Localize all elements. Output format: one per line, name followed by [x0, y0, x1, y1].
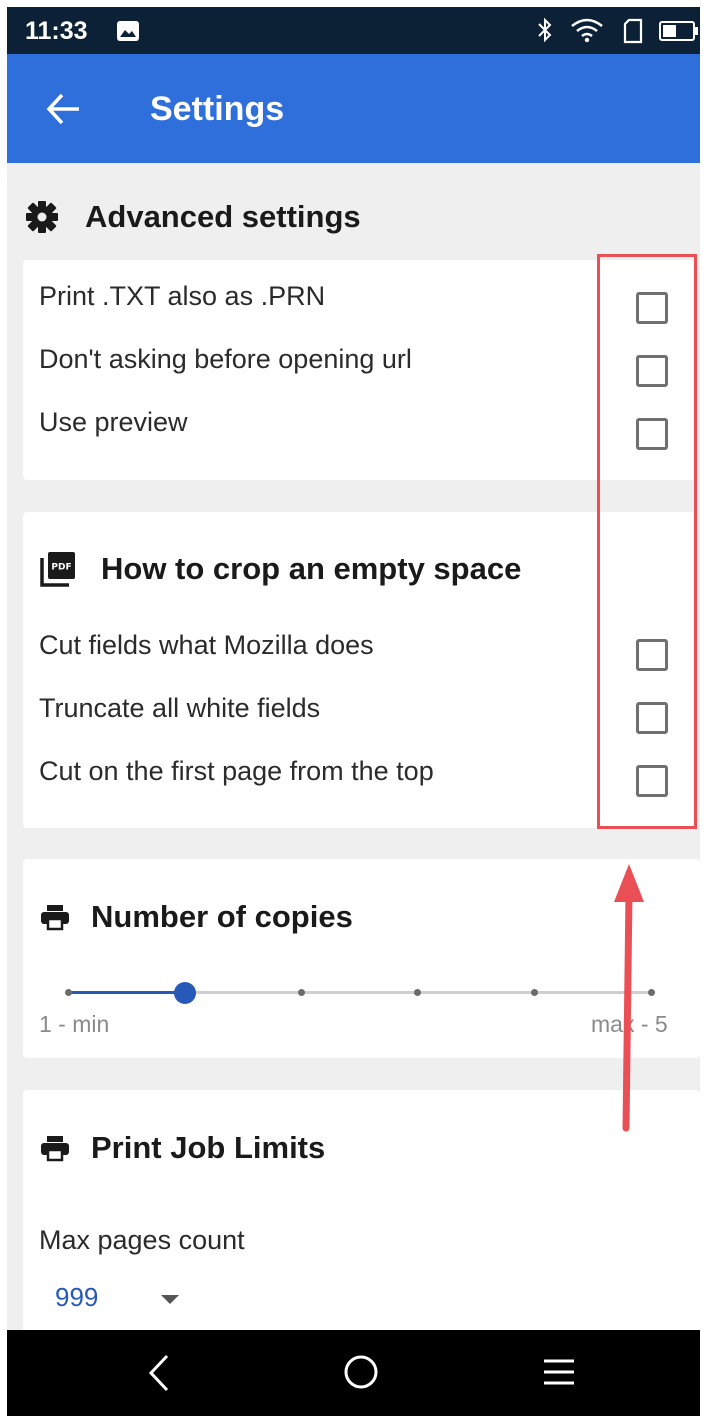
slider-tick[interactable] [414, 989, 422, 996]
printer-icon [41, 905, 69, 931]
advanced-item-label: Use preview [39, 407, 188, 437]
slider-tick[interactable] [64, 989, 72, 996]
battery-icon [659, 21, 698, 41]
job-limits-card: Print Job Limits Max pages count 999 [23, 1090, 700, 1330]
copies-title: Number of copies [91, 899, 353, 934]
nav-back-icon[interactable] [147, 1353, 171, 1393]
advanced-settings-title: Advanced settings [85, 199, 361, 234]
navigation-bar [7, 1330, 700, 1416]
arrow-left-icon[interactable] [45, 92, 85, 126]
crop-settings-card: PDF How to crop an empty space Cut field… [23, 512, 695, 828]
slider-thumb[interactable] [173, 981, 196, 1004]
advanced-item-label: Print .TXT also as .PRN [39, 281, 326, 311]
nav-menu-icon[interactable] [542, 1358, 576, 1386]
screen: 11:33 Settings Advanced settings Print .… [0, 0, 708, 1416]
printer-icon [41, 1136, 69, 1162]
slider-tick[interactable] [297, 989, 305, 996]
annotation-arrow-icon [614, 864, 644, 1132]
advanced-settings-header: Advanced settings [25, 199, 361, 235]
image-icon [117, 21, 139, 41]
annotation-highlight-box [597, 254, 697, 829]
crop-item-label: Cut on the first page from the top [39, 756, 434, 786]
copies-header: Number of copies [39, 899, 353, 935]
crop-item-label: Cut fields what Mozilla does [39, 630, 374, 660]
crop-item-label: Truncate all white fields [39, 693, 321, 723]
status-time: 11:33 [25, 17, 88, 45]
max-pages-dropdown[interactable]: 999 [55, 1282, 98, 1313]
slider-min-label: 1 - min [39, 1011, 110, 1037]
job-limits-title: Print Job Limits [91, 1130, 326, 1165]
sim-icon [623, 18, 643, 44]
advanced-settings-card: Print .TXT also as .PRN Don't asking bef… [23, 260, 695, 480]
bluetooth-icon [538, 17, 552, 43]
copies-card: Number of copies 1 - min max - 5 [23, 859, 700, 1058]
gear-icon [26, 201, 58, 233]
advanced-item-label: Don't asking before opening url [39, 344, 412, 374]
page-title: Settings [150, 90, 285, 128]
max-pages-label: Max pages count [39, 1225, 245, 1255]
app-bar: Settings [7, 54, 700, 163]
pdf-icon: PDF [40, 552, 75, 587]
svg-text:PDF: PDF [51, 563, 71, 573]
slider-tick[interactable] [530, 989, 538, 996]
job-limits-header: Print Job Limits [39, 1130, 325, 1166]
wifi-icon [571, 18, 603, 43]
status-bar: 11:33 [7, 7, 700, 54]
slider-fill [68, 991, 185, 994]
crop-settings-header: PDF How to crop an empty space [39, 550, 521, 588]
nav-home-icon[interactable] [343, 1354, 379, 1390]
crop-settings-title: How to crop an empty space [101, 551, 522, 586]
chevron-down-icon[interactable] [161, 1295, 179, 1304]
